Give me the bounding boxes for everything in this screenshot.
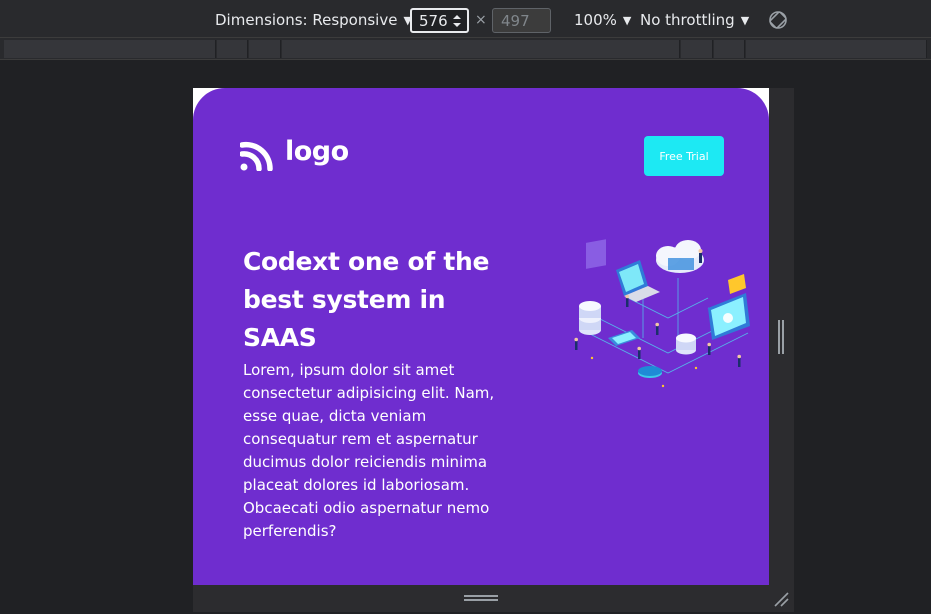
media-query-segment[interactable] xyxy=(746,40,927,58)
width-input[interactable]: 576 xyxy=(410,8,469,33)
rotate-icon[interactable] xyxy=(768,10,788,30)
media-query-segment[interactable] xyxy=(282,40,680,58)
resize-handle-icon[interactable] xyxy=(777,320,785,354)
width-value: 576 xyxy=(419,12,448,30)
throttling-dropdown[interactable]: No throttling ▼ xyxy=(640,11,749,29)
logo-text[interactable]: logo xyxy=(285,136,349,167)
media-query-segment[interactable] xyxy=(681,40,713,58)
spinner-icon[interactable] xyxy=(452,13,462,29)
device-toolbar: Dimensions: Responsive ▼ 576 × 497 100% ▼ … xyxy=(0,0,931,38)
throttling-label: No throttling xyxy=(640,11,735,29)
hero-headline: Codext one of the best system in SAAS xyxy=(243,247,490,352)
media-query-bar[interactable] xyxy=(0,38,931,60)
hero-description: Lorem, ipsum dolor sit amet consectetur … xyxy=(243,361,495,540)
chevron-down-icon: ▼ xyxy=(622,14,632,27)
height-placeholder: 497 xyxy=(501,12,530,30)
corner-resize-icon[interactable] xyxy=(772,590,790,608)
logo-icon[interactable] xyxy=(240,137,276,171)
media-query-segment[interactable] xyxy=(249,40,281,58)
dimensions-dropdown[interactable]: Dimensions: Responsive ▼ xyxy=(215,11,412,29)
dimensions-label: Dimensions: Responsive xyxy=(215,11,398,29)
media-query-segment[interactable] xyxy=(714,40,745,58)
zoom-dropdown[interactable]: 100% ▼ xyxy=(574,11,631,29)
height-input[interactable]: 497 xyxy=(492,8,551,33)
device-viewport: logo Free Trial Codext one of the best s… xyxy=(193,88,769,585)
cloud-network-illustration xyxy=(574,239,750,388)
media-query-segment[interactable] xyxy=(4,40,216,58)
zoom-label: 100% xyxy=(574,11,617,29)
media-query-segment[interactable] xyxy=(217,40,248,58)
times-symbol: × xyxy=(475,12,487,28)
free-trial-button[interactable]: Free Trial xyxy=(644,136,724,176)
resize-handle-icon[interactable] xyxy=(464,594,498,602)
chevron-down-icon: ▼ xyxy=(740,14,750,27)
hero-section: logo Free Trial Codext one of the best s… xyxy=(193,88,769,585)
